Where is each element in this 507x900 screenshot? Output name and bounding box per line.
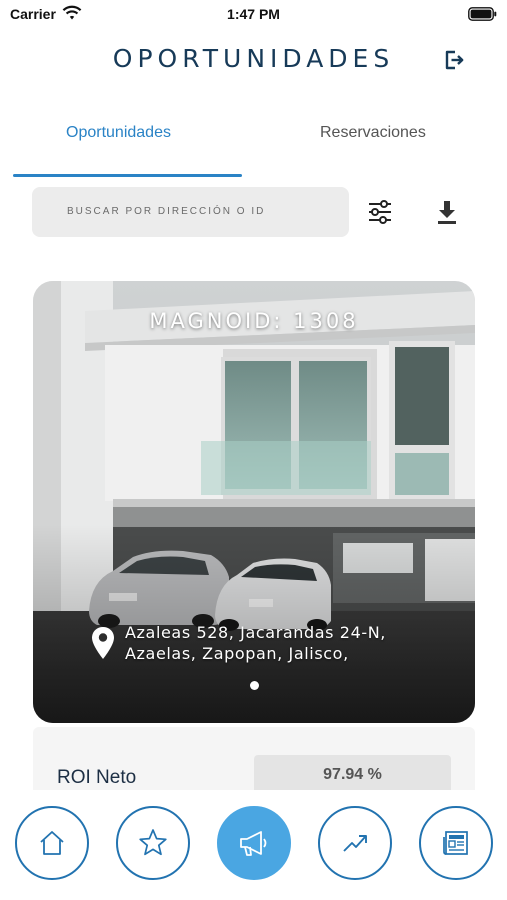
page-title: OPORTUNIDADES	[112, 44, 395, 73]
battery-icon	[468, 7, 497, 21]
roi-value: 97.94 %	[323, 766, 382, 783]
location-pin-icon	[92, 627, 114, 659]
image-pager-dot[interactable]	[250, 681, 259, 690]
search-input[interactable]: BUSCAR POR DIRECCIÓN O ID	[32, 187, 349, 237]
nav-favorites-button[interactable]	[116, 806, 190, 880]
tab-bar: Oportunidades Reservaciones	[0, 110, 507, 180]
property-address: Azaleas 528, Jacarandas 24-N, Azaelas, Z…	[125, 623, 386, 663]
status-time: 1:47 PM	[227, 6, 280, 22]
nav-opportunities-button[interactable]	[217, 806, 291, 880]
status-bar: Carrier 1:47 PM	[0, 0, 507, 28]
tab-reservaciones[interactable]: Reservaciones	[320, 124, 426, 142]
download-icon[interactable]	[436, 199, 458, 225]
nav-home-button[interactable]	[15, 806, 89, 880]
tab-oportunidades[interactable]: Oportunidades	[66, 124, 171, 142]
property-card[interactable]: MAGNOID: 1308 Azaleas 528, Jacarandas 24…	[33, 281, 475, 723]
search-placeholder: BUSCAR POR DIRECCIÓN O ID	[67, 206, 266, 217]
newspaper-icon	[443, 831, 468, 855]
logout-icon[interactable]	[442, 48, 466, 72]
trending-up-icon	[343, 835, 367, 852]
sliders-icon[interactable]	[366, 198, 394, 226]
property-id: MAGNOID: 1308	[149, 309, 359, 333]
nav-news-button[interactable]	[419, 806, 493, 880]
roi-label: ROI Neto	[57, 767, 137, 788]
active-tab-indicator	[13, 174, 242, 177]
bottom-nav	[0, 790, 507, 900]
star-icon	[139, 829, 167, 856]
home-icon	[40, 831, 64, 855]
nav-investments-button[interactable]	[318, 806, 392, 880]
roi-value-box: 97.94 %	[254, 755, 451, 795]
megaphone-icon	[240, 831, 267, 856]
